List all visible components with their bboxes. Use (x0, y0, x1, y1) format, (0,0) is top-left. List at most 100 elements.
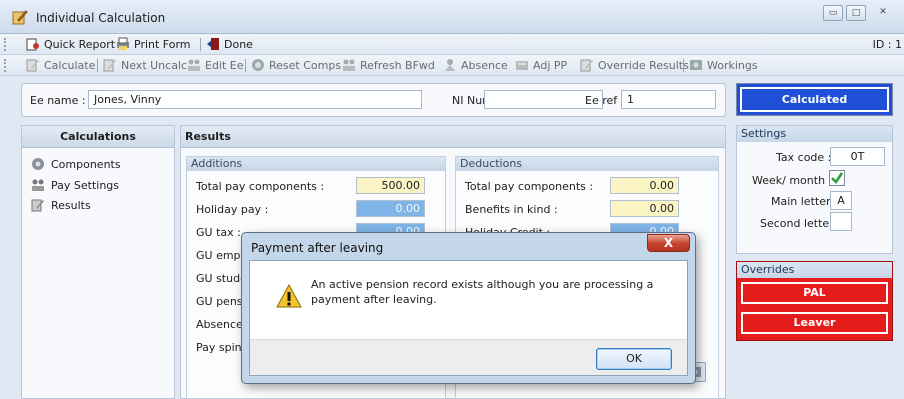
window-close-button[interactable]: ✕ (873, 5, 893, 21)
week-month-checkbox[interactable] (829, 170, 845, 186)
print-form-button[interactable]: Print Form (116, 37, 191, 51)
nav-results-label: Results (51, 198, 91, 212)
dialog-close-button[interactable]: X (647, 234, 690, 252)
calculate-icon (26, 59, 39, 72)
ee-ref-label: Ee ref : (585, 94, 625, 107)
done-button[interactable]: Done (206, 37, 253, 51)
absence-label: Absence (461, 58, 508, 72)
print-form-label: Print Form (134, 37, 191, 51)
components-icon (32, 158, 44, 170)
calculate-button[interactable]: Calculate (26, 58, 95, 72)
benefits-in-kind-field[interactable]: 0.00 (610, 200, 679, 217)
main-toolbar: Quick Report Print Form Done ID : 1 (0, 34, 904, 55)
toolbar-separator (683, 59, 684, 72)
printer-icon (117, 37, 129, 50)
toolbar-grip (4, 38, 6, 51)
toolbar-separator (245, 59, 246, 72)
deductions-total-pay-field[interactable]: 0.00 (610, 177, 679, 194)
nav-components[interactable]: Components (31, 157, 121, 171)
additions-row-label: Holiday pay : (196, 203, 269, 216)
adjust-icon (516, 61, 528, 70)
nav-results[interactable]: Results (31, 198, 91, 212)
ee-name-field[interactable]: Jones, Vinny (88, 90, 422, 109)
nav-pay-settings-label: Pay Settings (51, 178, 120, 192)
quick-report-button[interactable]: Quick Report (26, 37, 115, 51)
done-label: Done (224, 37, 253, 51)
additions-heading: Additions (187, 157, 445, 171)
tax-code-label: Tax code : (776, 151, 832, 164)
ee-ref-field[interactable]: 1 (621, 90, 716, 109)
record-id: ID : 1 (872, 38, 902, 51)
second-letter-label: Second letter : (760, 217, 841, 230)
dialog-body: An active pension record exists although… (249, 260, 688, 376)
absence-icon (445, 59, 455, 71)
minimize-button[interactable]: ▭ (823, 5, 843, 21)
deductions-row-label: Benefits in kind : (465, 203, 558, 216)
overrides-heading: Overrides (737, 262, 892, 278)
main-letter-label: Main letter : (771, 195, 838, 208)
toolbar-separator (200, 38, 201, 51)
override-results-label: Override Results (598, 58, 689, 72)
tax-code-field[interactable]: 0T (830, 147, 885, 166)
edit-ee-button[interactable]: Edit Ee (187, 58, 244, 72)
nav-pay-settings[interactable]: Pay Settings (31, 178, 119, 192)
main-letter-field[interactable]: A (830, 191, 852, 210)
deductions-row-label: Total pay components : (465, 180, 594, 193)
toolbar-grip (4, 59, 6, 72)
edit-ee-label: Edit Ee (205, 58, 244, 72)
refresh-icon (343, 59, 355, 71)
additions-row-label: GU tax : (196, 226, 241, 239)
exit-door-icon (207, 38, 219, 50)
maximize-button[interactable]: □ (846, 5, 866, 21)
second-letter-field[interactable] (830, 212, 852, 231)
calculations-heading: Calculations (22, 126, 174, 148)
additions-row-label: Total pay components : (196, 180, 325, 193)
next-calc-icon (103, 59, 116, 72)
employee-header-panel: Ee name : Jones, Vinny NI Number : Ee re… (21, 83, 726, 117)
reset-icon (252, 59, 264, 71)
pay-settings-icon (32, 179, 44, 191)
settings-panel: Settings (736, 125, 893, 254)
calculation-toolbar: Calculate Next Uncalc Edit Ee Reset Comp… (0, 55, 904, 76)
status-button-frame: Calculated (736, 83, 893, 116)
dialog-footer: OK (250, 339, 687, 375)
override-icon (580, 59, 593, 72)
quick-report-label: Quick Report (44, 37, 116, 51)
window-title: Individual Calculation (36, 11, 166, 25)
workings-icon (690, 60, 702, 70)
leaver-button[interactable]: Leaver (741, 312, 888, 334)
absence-button[interactable]: Absence (443, 58, 508, 72)
workings-button[interactable]: Workings (689, 58, 758, 72)
deductions-heading: Deductions (456, 157, 718, 171)
adj-pp-button[interactable]: Adj PP (515, 58, 567, 72)
workings-label: Workings (707, 58, 758, 72)
additions-total-pay-field[interactable]: 500.00 (356, 177, 425, 194)
refresh-bfwd-button[interactable]: Refresh BFwd (342, 58, 435, 72)
holiday-pay-field[interactable]: 0.00 (356, 200, 425, 217)
payment-after-leaving-dialog: Payment after leaving X An active pensio… (241, 232, 696, 384)
results-icon (31, 199, 44, 212)
override-results-button[interactable]: Override Results (580, 58, 689, 72)
overrides-panel: Overrides PAL Leaver (736, 261, 893, 341)
settings-heading: Settings (737, 126, 892, 142)
dialog-title: Payment after leaving (251, 241, 384, 255)
calculated-button[interactable]: Calculated (740, 87, 889, 112)
dialog-message: An active pension record exists although… (311, 278, 654, 306)
pal-button[interactable]: PAL (741, 282, 888, 304)
pencil-calc-icon (12, 10, 28, 25)
toolbar-separator (97, 59, 98, 72)
results-heading: Results (181, 126, 725, 148)
warning-icon (276, 284, 302, 308)
ee-name-label: Ee name : (30, 94, 86, 107)
next-uncalc-label: Next Uncalc (121, 58, 188, 72)
checkmark-icon (831, 172, 844, 184)
reset-comps-button[interactable]: Reset Comps (251, 58, 341, 72)
next-uncalc-button[interactable]: Next Uncalc (103, 58, 187, 72)
adj-pp-label: Adj PP (533, 58, 568, 72)
edit-employee-icon (188, 59, 200, 71)
calculate-label: Calculate (44, 58, 96, 72)
nav-components-label: Components (51, 157, 121, 171)
reset-comps-label: Reset Comps (269, 58, 342, 72)
refresh-bfwd-label: Refresh BFwd (360, 58, 435, 72)
ok-button[interactable]: OK (596, 348, 672, 370)
